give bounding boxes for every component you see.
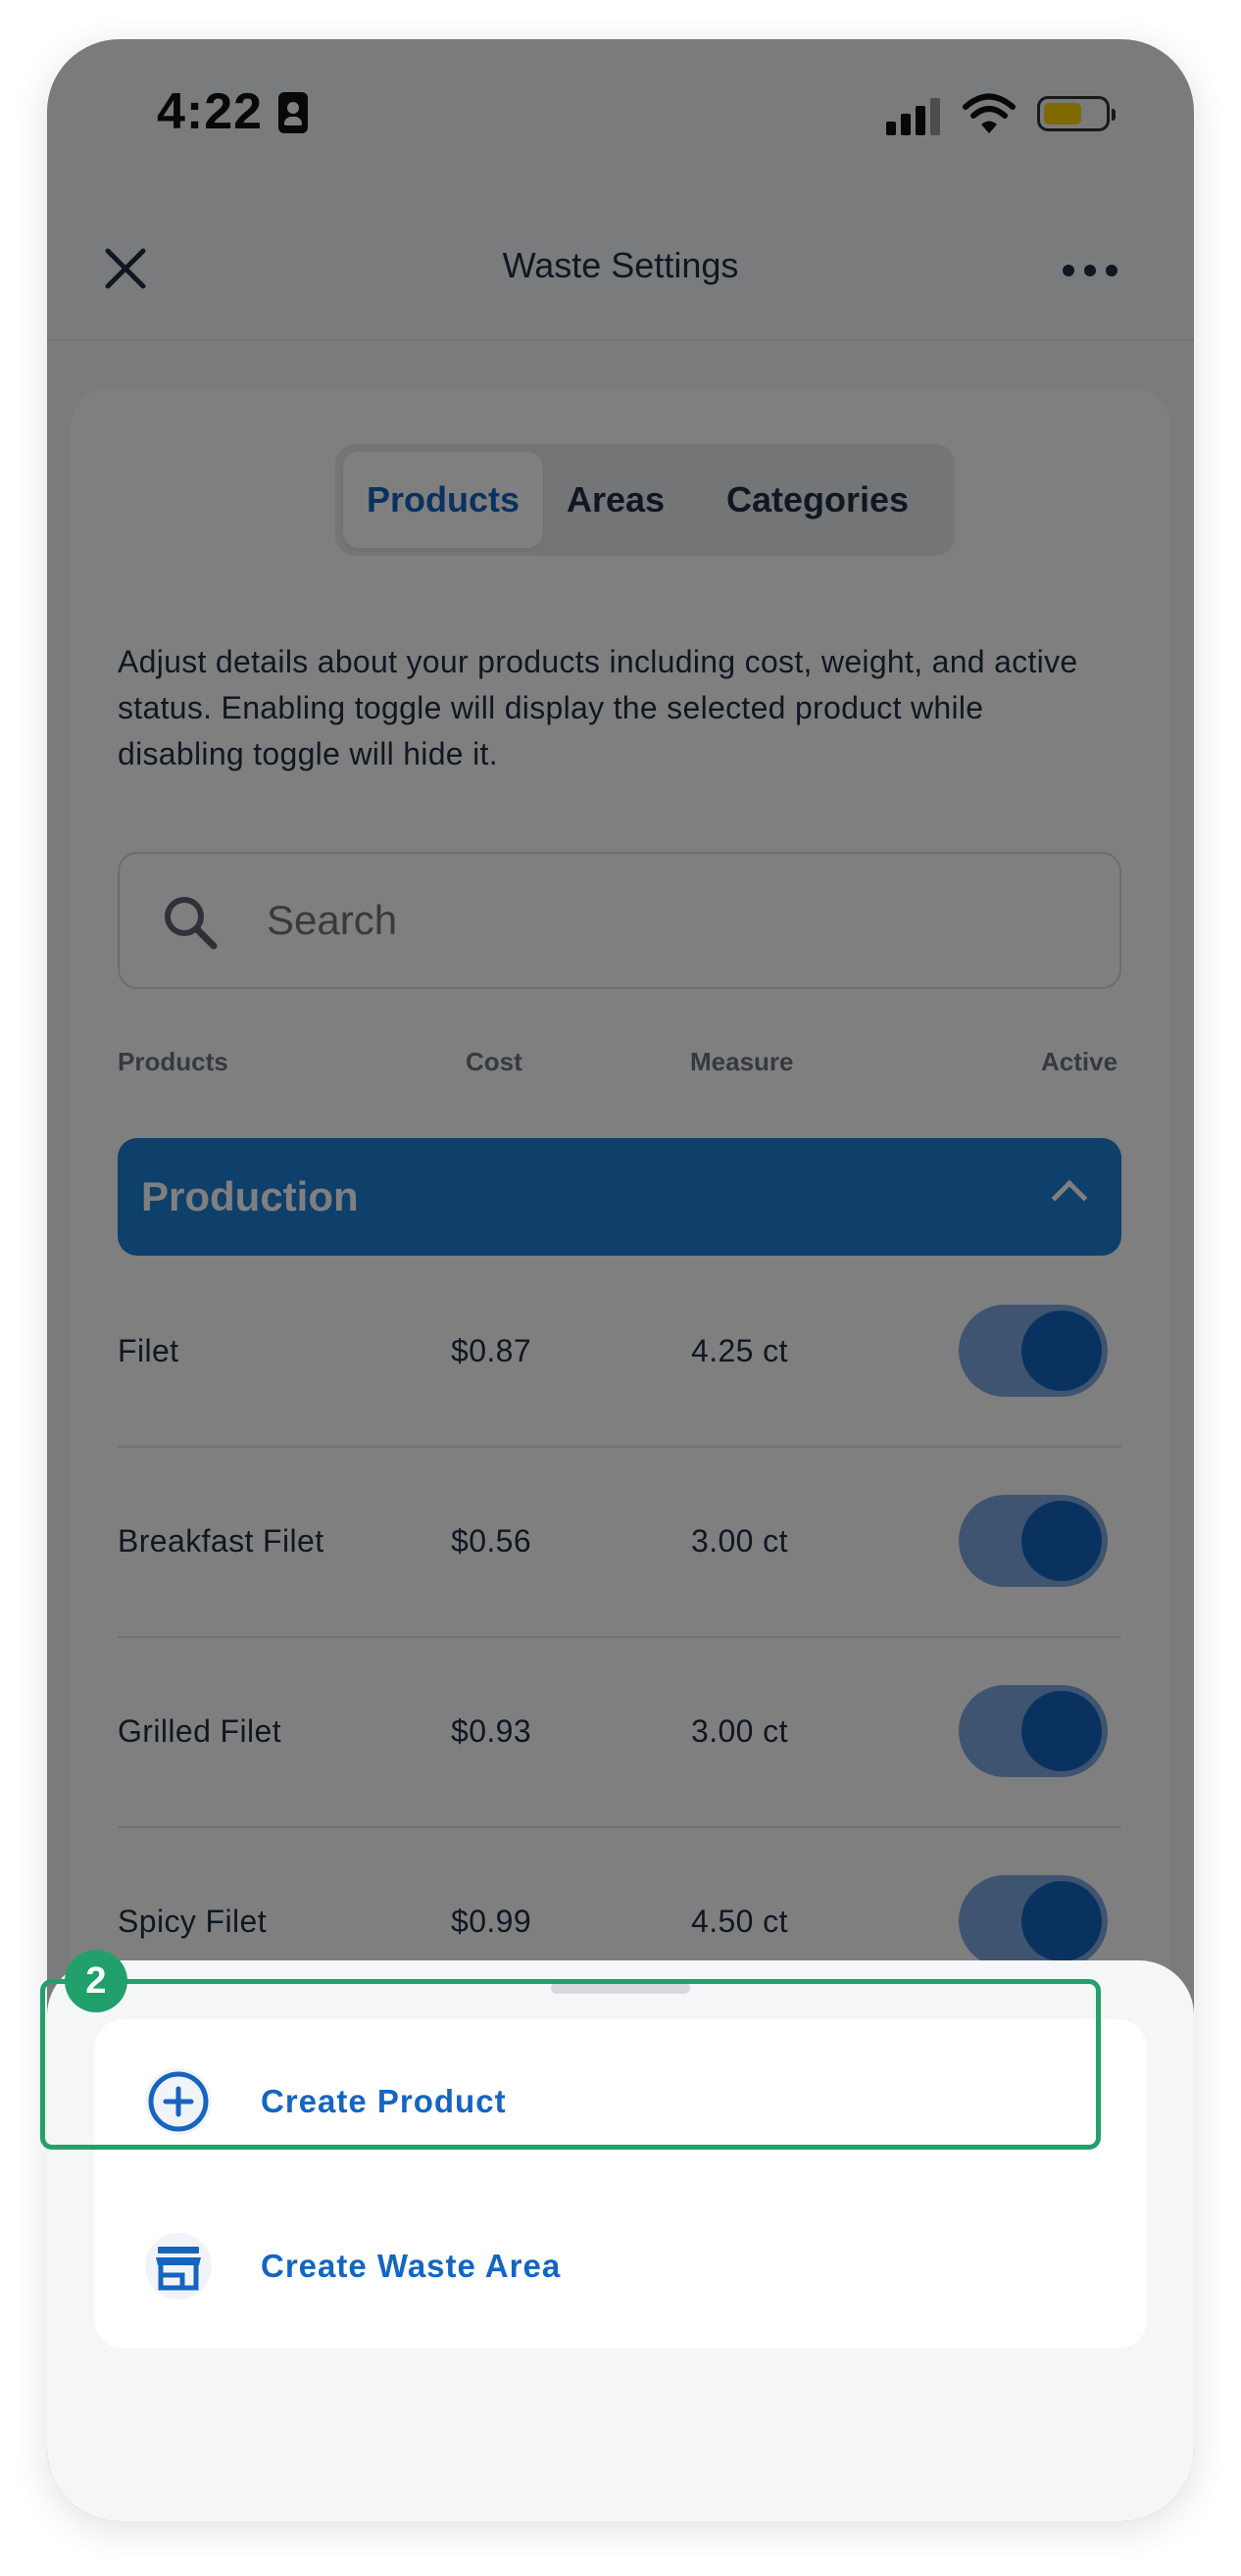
step-badge: 2	[65, 1950, 127, 2012]
create-waste-area-button[interactable]: Create Waste Area	[94, 2184, 1147, 2349]
storefront-icon	[145, 2233, 212, 2300]
create-waste-area-label: Create Waste Area	[261, 2248, 562, 2284]
step-highlight-frame	[40, 1979, 1101, 2150]
